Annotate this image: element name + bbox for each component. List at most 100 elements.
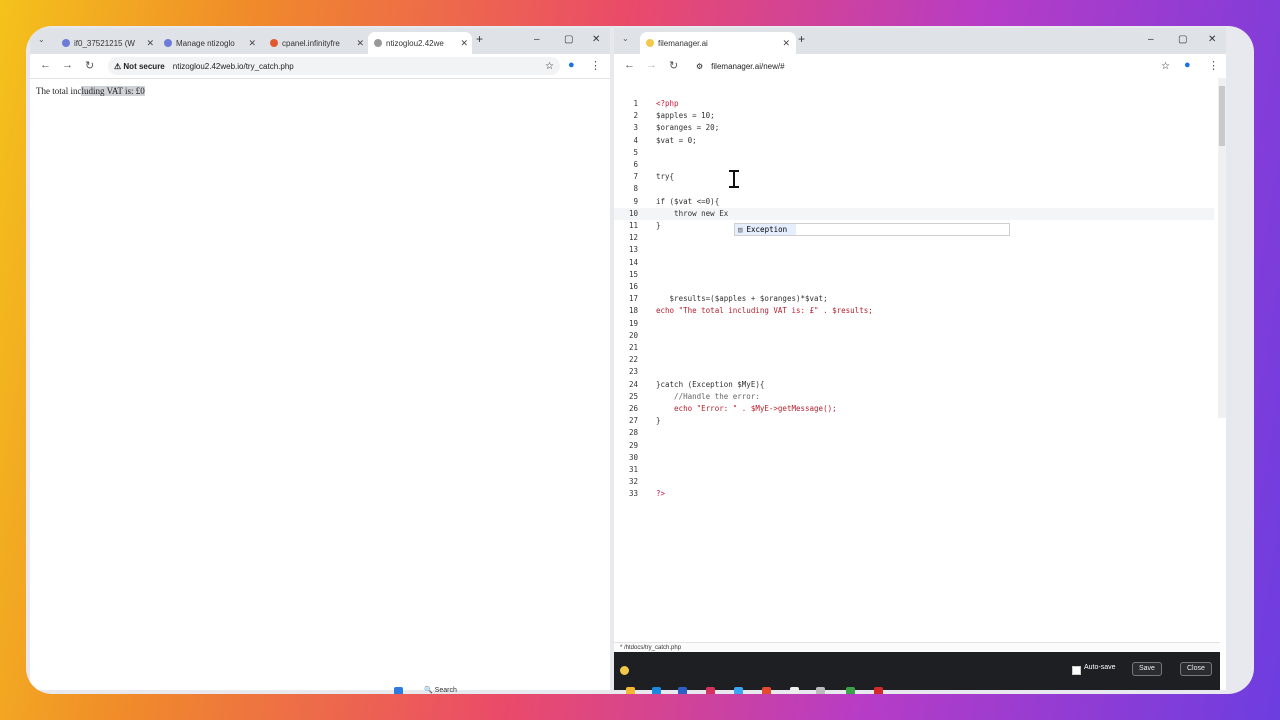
edge-icon[interactable] <box>652 687 661 694</box>
autocomplete-popup[interactable]: ▤ Exception <box>734 223 1010 236</box>
code-line[interactable]: 9 if ($vat <=0){ <box>614 196 1214 208</box>
line-number: 20 <box>628 330 638 340</box>
code-line[interactable]: 1 <?php <box>614 98 1214 110</box>
app-icon[interactable] <box>846 687 855 694</box>
scrollbar-thumb[interactable] <box>1219 86 1225 146</box>
editor-footer: Auto-save Save Close <box>614 652 1220 690</box>
app-icon[interactable] <box>816 687 825 694</box>
forward-icon[interactable]: → <box>62 59 73 71</box>
taskbar-search[interactable]: 🔍 Search <box>424 686 457 694</box>
tab-search-icon[interactable]: ⌄ <box>38 35 45 44</box>
code-line[interactable]: 21 <box>614 342 1214 354</box>
code-text: echo "The total including VAT is: £" . $… <box>656 306 873 316</box>
code-line[interactable]: 6 <box>614 159 1214 171</box>
profile-icon[interactable]: ● <box>1184 59 1191 71</box>
editor-scrollbar[interactable] <box>1218 78 1226 418</box>
filemanager-logo-icon <box>620 666 629 675</box>
close-icon[interactable]: ✕ <box>146 38 154 49</box>
close-window-icon[interactable]: ✕ <box>592 34 600 45</box>
not-secure-label[interactable]: ⚠ Not secure <box>114 62 165 71</box>
new-tab-button[interactable]: + <box>798 32 805 46</box>
close-window-icon[interactable]: ✕ <box>1208 34 1216 45</box>
reload-icon[interactable]: ↻ <box>85 59 94 72</box>
app-icon[interactable] <box>790 687 799 694</box>
save-button[interactable]: Save <box>1132 662 1162 676</box>
close-icon[interactable]: ✕ <box>782 38 790 49</box>
code-line[interactable]: 13 <box>614 244 1214 256</box>
forward-icon[interactable]: → <box>646 59 657 71</box>
code-line[interactable]: 15 <box>614 269 1214 281</box>
code-line[interactable]: 17 $results=($apples + $oranges)*$vat; <box>614 293 1214 305</box>
maximize-icon[interactable]: ▢ <box>564 34 573 45</box>
maximize-icon[interactable]: ▢ <box>1178 34 1187 45</box>
code-line[interactable]: 20 <box>614 330 1214 342</box>
menu-icon[interactable]: ⋮ <box>1208 59 1219 72</box>
code-line[interactable]: 5 <box>614 147 1214 159</box>
menu-icon[interactable]: ⋮ <box>590 59 601 72</box>
line-number: 15 <box>628 269 638 279</box>
code-line[interactable]: 4 $vat = 0; <box>614 135 1214 147</box>
reload-icon[interactable]: ↻ <box>669 59 678 72</box>
app-icon[interactable] <box>874 687 883 694</box>
code-line[interactable]: 33 ?> <box>614 488 1214 500</box>
close-button[interactable]: Close <box>1180 662 1212 676</box>
minimize-icon[interactable]: – <box>1148 34 1154 45</box>
tab-1[interactable]: if0_37521215 (W ✕ <box>58 32 154 54</box>
profile-icon[interactable]: ● <box>568 59 575 71</box>
new-tab-button[interactable]: + <box>476 32 483 46</box>
code-line[interactable]: 32 <box>614 476 1214 488</box>
bookmark-star-icon[interactable]: ☆ <box>1161 61 1170 72</box>
tab-2[interactable]: Manage ntizoglo ✕ <box>160 32 256 54</box>
code-text: $apples = 10; <box>656 111 715 121</box>
code-line[interactable]: 23 <box>614 366 1214 378</box>
code-line[interactable]: 24}catch (Exception $MyE){ <box>614 379 1214 391</box>
code-line[interactable]: 2 $apples = 10; <box>614 110 1214 122</box>
code-line[interactable]: 26 echo "Error: " . $MyE->getMessage(); <box>614 403 1214 415</box>
line-number: 5 <box>633 147 638 157</box>
code-text: if ($vat <=0){ <box>656 196 720 206</box>
code-line[interactable]: 10 throw new Ex <box>614 207 1214 220</box>
code-line[interactable]: 28 <box>614 427 1214 439</box>
close-icon[interactable]: ✕ <box>356 38 364 49</box>
code-line[interactable]: 25 //Handle the error: <box>614 391 1214 403</box>
skype-icon[interactable] <box>734 687 743 694</box>
back-icon[interactable]: ← <box>40 59 51 71</box>
code-editor[interactable]: 1 <?php 2 $apples = 10; 3 $oranges = 20; 4 $vat… <box>614 78 1220 642</box>
store-icon[interactable] <box>678 687 687 694</box>
code-line[interactable]: 29 <box>614 440 1214 452</box>
address-bar[interactable]: ⚙ filemanager.ai/new/# ☆ <box>690 57 1176 75</box>
site-info-icon[interactable]: ⚙ <box>696 62 703 71</box>
tab-3[interactable]: cpanel.infinityfre ✕ <box>266 32 364 54</box>
app-icon[interactable] <box>706 687 715 694</box>
page-output: The total including VAT is: £0 <box>36 86 145 96</box>
bookmark-star-icon[interactable]: ☆ <box>545 61 554 72</box>
tab-filemanager[interactable]: filemanager.ai ✕ <box>640 32 796 54</box>
close-icon[interactable]: ✕ <box>248 38 256 49</box>
code-line[interactable]: 27} <box>614 415 1214 427</box>
autosave-checkbox[interactable] <box>1072 666 1081 675</box>
code-line[interactable]: 3 $oranges = 20; <box>614 122 1214 134</box>
autocomplete-item[interactable]: ▤ Exception <box>735 224 796 235</box>
address-bar[interactable]: ⚠ Not secure ntizoglou2.42web.io/try_cat… <box>108 57 560 75</box>
code-line[interactable]: 30 <box>614 452 1214 464</box>
close-icon[interactable]: ✕ <box>460 38 468 49</box>
minimize-icon[interactable]: – <box>534 34 540 45</box>
back-icon[interactable]: ← <box>624 59 635 71</box>
tab-search-icon[interactable]: ⌄ <box>622 34 629 43</box>
code-line[interactable]: 19 <box>614 318 1214 330</box>
code-line[interactable]: 31 <box>614 464 1214 476</box>
code-text: throw new Ex <box>656 208 729 218</box>
code-text: ?> <box>656 489 666 499</box>
chrome-icon[interactable] <box>762 687 771 694</box>
code-line[interactable]: 14 <box>614 257 1214 269</box>
folder-icon[interactable] <box>626 687 635 694</box>
tab-2-label: Manage ntizoglo <box>176 38 235 48</box>
code-line[interactable]: 22 <box>614 354 1214 366</box>
code-line[interactable]: 18 echo "The total including VAT is: £" .… <box>614 305 1214 317</box>
code-text: } <box>656 221 661 230</box>
windows-start-icon[interactable] <box>394 687 403 694</box>
tab-4-active[interactable]: ntizoglou2.42we ✕ <box>368 32 472 54</box>
code-line[interactable]: 8 <box>614 183 1214 195</box>
code-line[interactable]: 16 <box>614 281 1214 293</box>
code-line[interactable]: 7 try{ <box>614 171 1214 183</box>
